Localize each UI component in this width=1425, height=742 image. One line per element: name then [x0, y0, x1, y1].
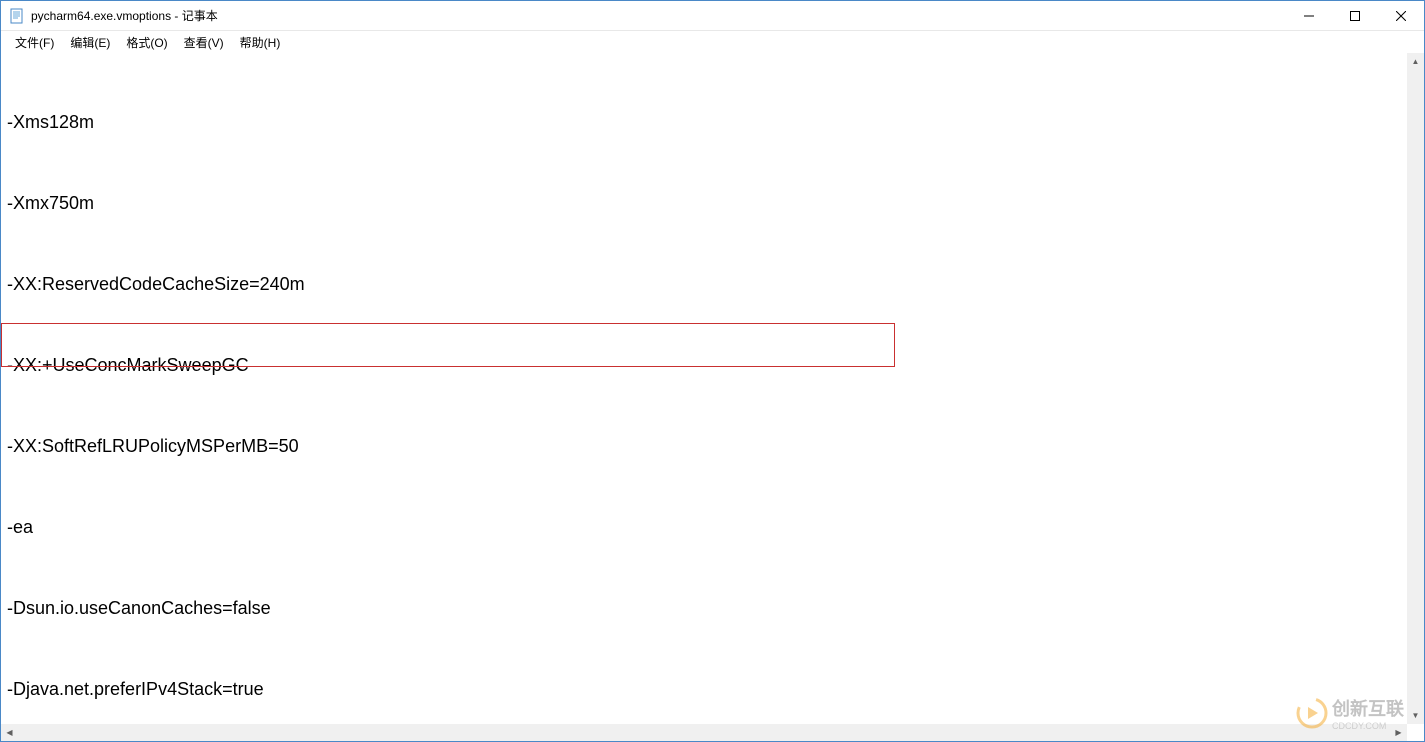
menu-help[interactable]: 帮助(H) [232, 32, 289, 53]
text-line: -XX:ReservedCodeCacheSize=240m [7, 271, 1418, 298]
text-line: -Dsun.io.useCanonCaches=false [7, 595, 1418, 622]
menu-bar: 文件(F) 编辑(E) 格式(O) 查看(V) 帮助(H) [1, 31, 1424, 53]
scroll-down-icon[interactable]: ▼ [1407, 707, 1424, 724]
text-line: -ea [7, 514, 1418, 541]
scroll-left-icon[interactable]: ◀ [1, 724, 18, 741]
window-controls [1286, 1, 1424, 30]
text-editor-area[interactable]: -Xms128m -Xmx750m -XX:ReservedCodeCacheS… [1, 53, 1424, 741]
horizontal-scrollbar[interactable]: ◀ ▶ [1, 724, 1407, 741]
close-button[interactable] [1378, 1, 1424, 31]
text-line: -Xms128m [7, 109, 1418, 136]
window-title: pycharm64.exe.vmoptions - 记事本 [31, 7, 1286, 24]
menu-view[interactable]: 查看(V) [176, 32, 232, 53]
notepad-icon [9, 8, 25, 24]
menu-file[interactable]: 文件(F) [7, 32, 62, 53]
title-bar: pycharm64.exe.vmoptions - 记事本 [1, 1, 1424, 31]
menu-format[interactable]: 格式(O) [118, 32, 175, 53]
text-line: -Xmx750m [7, 190, 1418, 217]
vertical-scrollbar[interactable]: ▲ ▼ [1407, 53, 1424, 724]
text-line: -XX:SoftRefLRUPolicyMSPerMB=50 [7, 433, 1418, 460]
maximize-button[interactable] [1332, 1, 1378, 31]
text-line: -XX:+UseConcMarkSweepGC [7, 352, 1418, 379]
scroll-up-icon[interactable]: ▲ [1407, 53, 1424, 70]
minimize-button[interactable] [1286, 1, 1332, 31]
text-content[interactable]: -Xms128m -Xmx750m -XX:ReservedCodeCacheS… [1, 53, 1424, 741]
text-line: -Djava.net.preferIPv4Stack=true [7, 676, 1418, 703]
scroll-right-icon[interactable]: ▶ [1390, 724, 1407, 741]
notepad-window: pycharm64.exe.vmoptions - 记事本 文件(F) 编辑(E… [0, 0, 1425, 742]
menu-edit[interactable]: 编辑(E) [62, 32, 118, 53]
